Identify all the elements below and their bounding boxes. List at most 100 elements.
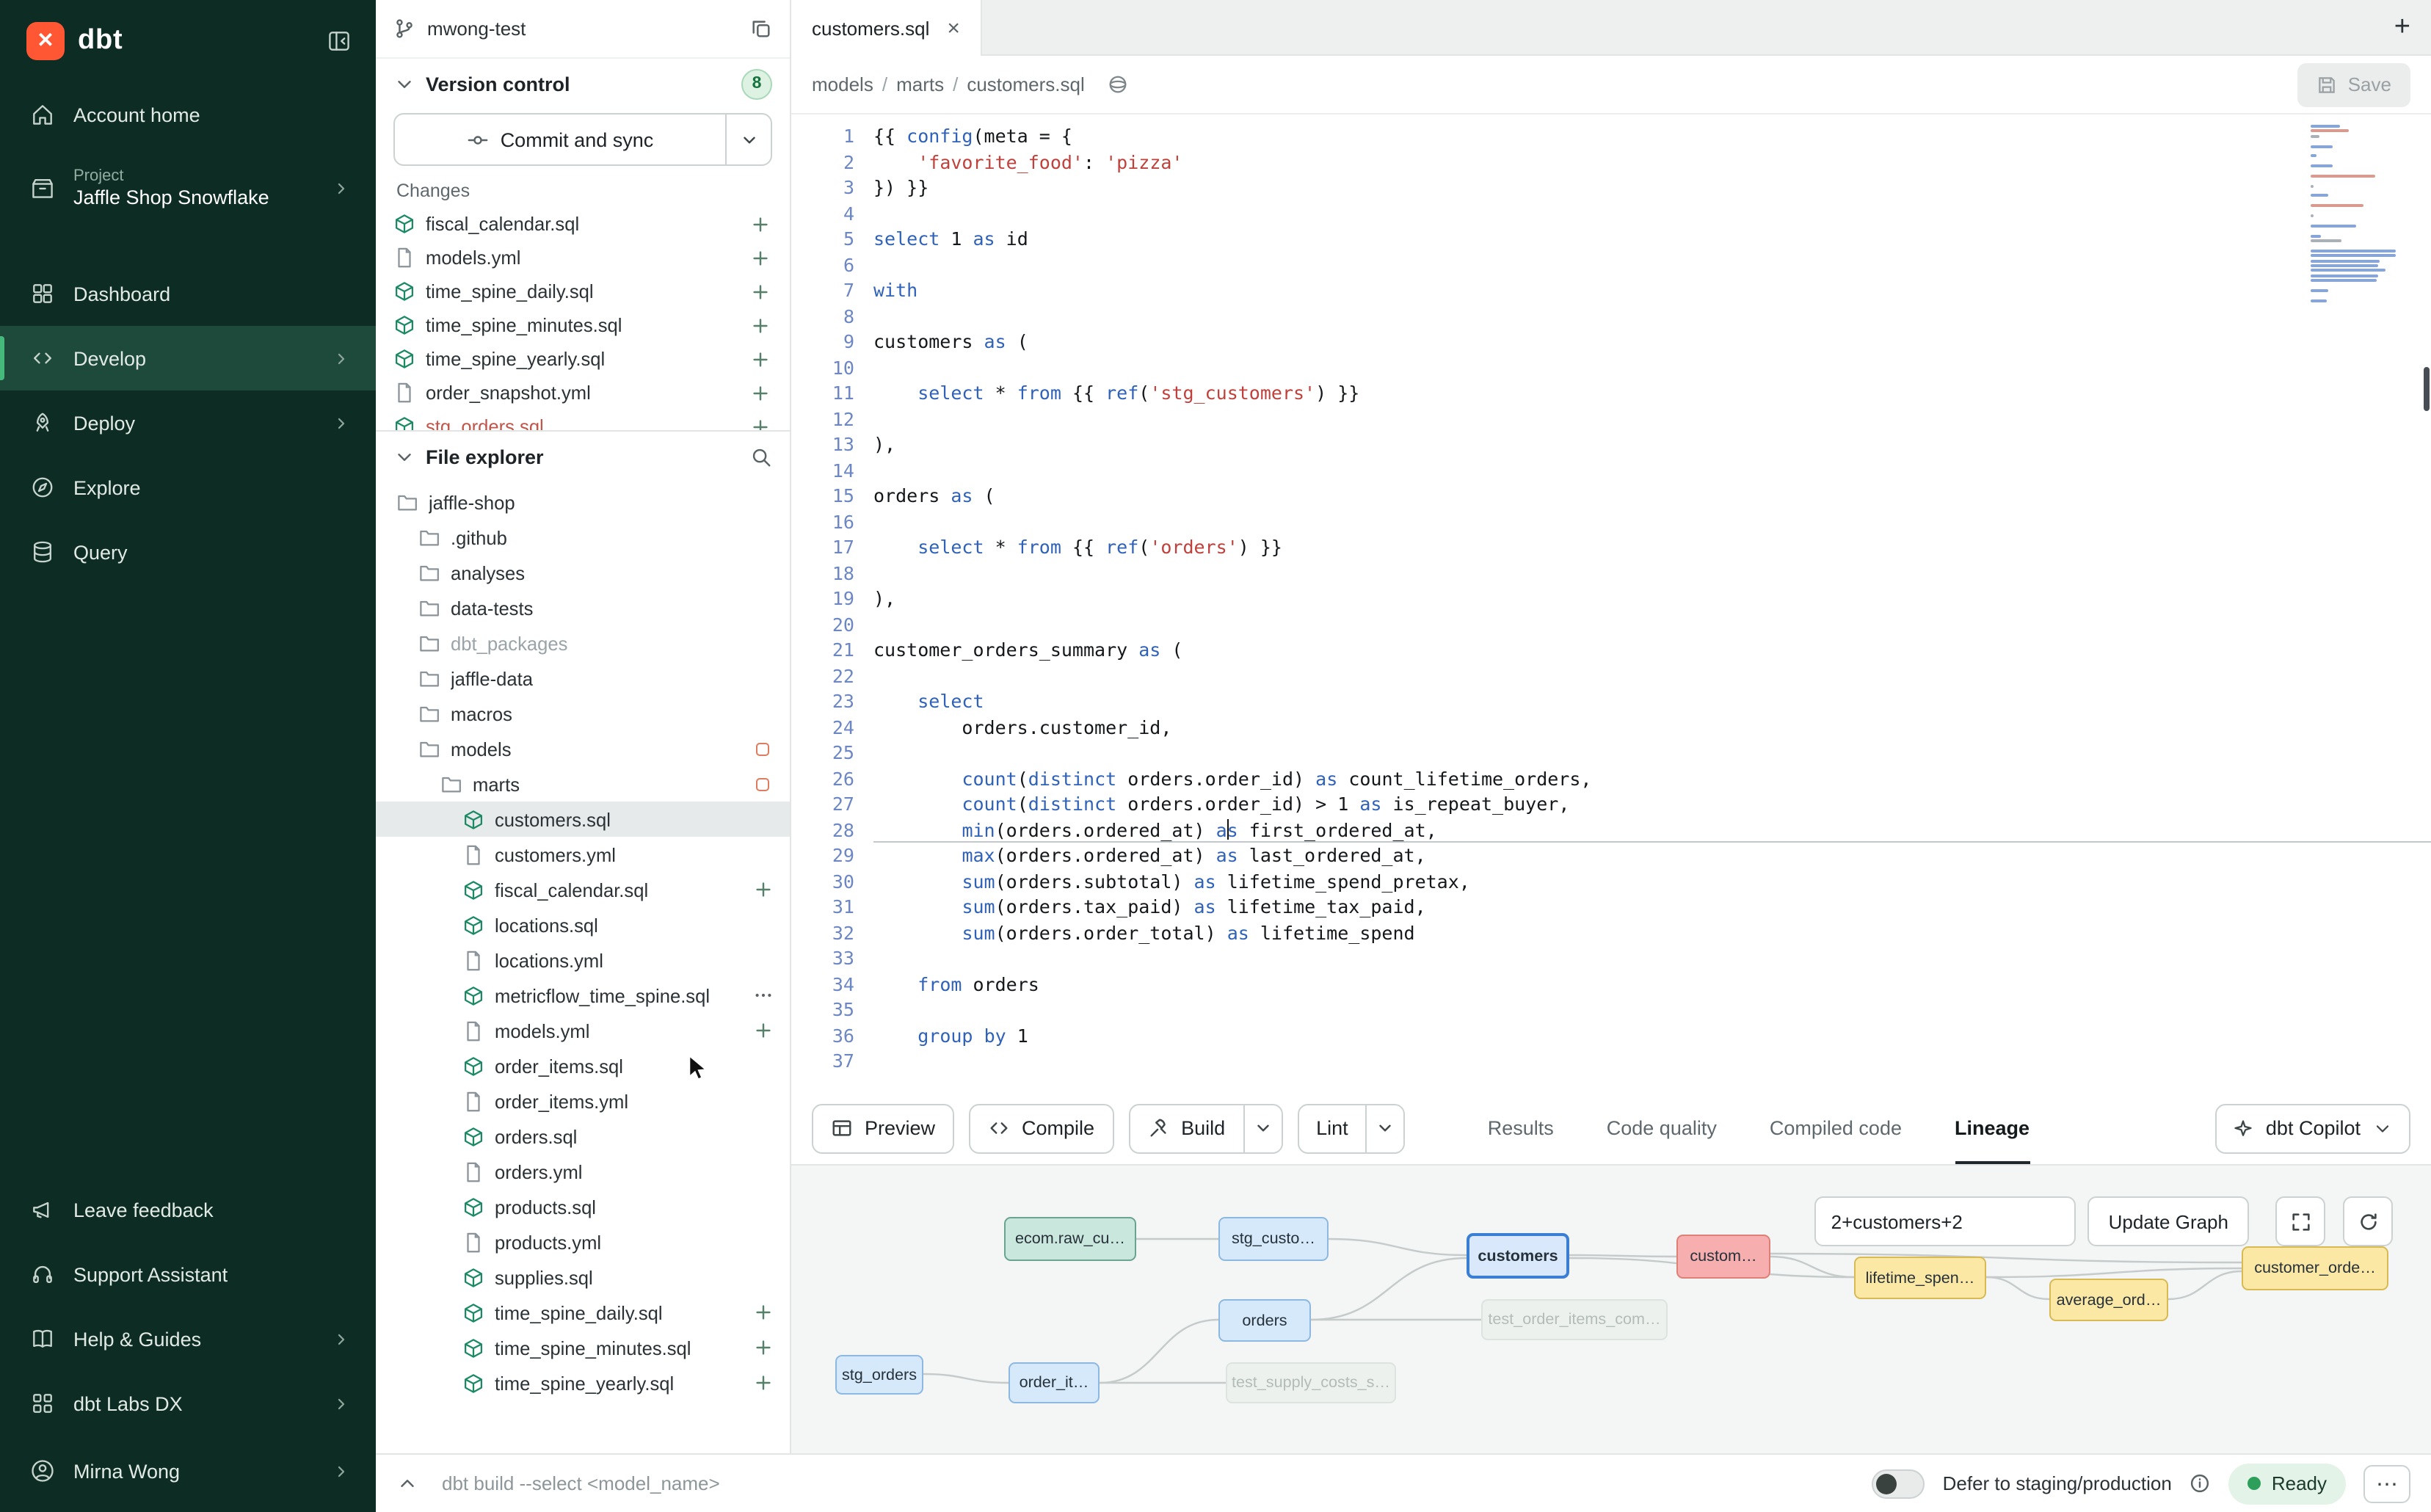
nav-item-query[interactable]: Query — [0, 520, 376, 584]
tree-item[interactable]: locations.sql — [376, 907, 790, 942]
code-line[interactable]: min(orders.ordered_at) as first_ordered_… — [873, 817, 2431, 843]
nav-item-dbt-labs-dx[interactable]: dbt Labs DX — [0, 1371, 376, 1436]
code-editor[interactable]: 1234567891011121314151617181920212223242… — [791, 115, 2431, 1092]
change-item[interactable]: fiscal_calendar.sql — [376, 207, 790, 241]
tab-lineage[interactable]: Lineage — [1955, 1092, 2030, 1164]
code-line[interactable] — [873, 1048, 2431, 1074]
code-line[interactable]: orders.customer_id, — [873, 714, 2431, 740]
lineage-node-selected[interactable]: customers — [1467, 1233, 1569, 1279]
tree-item[interactable]: .github — [376, 520, 790, 555]
add-file-icon[interactable] — [752, 1371, 775, 1395]
code-line[interactable] — [873, 560, 2431, 586]
tree-item[interactable]: supplies.sql — [376, 1260, 790, 1295]
change-item[interactable]: time_spine_daily.sql — [376, 275, 790, 308]
change-item[interactable]: order_snapshot.yml — [376, 376, 790, 410]
stage-file-icon[interactable] — [749, 381, 772, 404]
code-line[interactable] — [873, 740, 2431, 766]
code-line[interactable]: max(orders.ordered_at) as last_ordered_a… — [873, 843, 2431, 868]
tree-item[interactable]: products.yml — [376, 1224, 790, 1260]
tree-item[interactable]: customers.yml — [376, 837, 790, 872]
tree-item[interactable]: dbt_packages — [376, 625, 790, 661]
nav-item-dashboard[interactable]: Dashboard — [0, 261, 376, 326]
tree-item[interactable]: marts — [376, 766, 790, 802]
code-line[interactable] — [873, 200, 2431, 226]
code-line[interactable] — [873, 663, 2431, 688]
tree-item[interactable]: models — [376, 731, 790, 766]
lineage-node-staging[interactable]: stg_custo… — [1218, 1217, 1329, 1261]
minimap[interactable] — [2311, 125, 2402, 309]
branch-name[interactable]: mwong-test — [427, 18, 738, 40]
docs-orb-icon[interactable] — [1107, 73, 1129, 95]
breadcrumb-file[interactable]: customers.sql — [967, 73, 1084, 95]
dbt-copilot-button[interactable]: dbt Copilot — [2216, 1103, 2410, 1153]
overflow-menu-button[interactable]: ⋯ — [2363, 1464, 2410, 1502]
breadcrumb-marts[interactable]: marts — [896, 73, 944, 95]
code-line[interactable]: select 1 as id — [873, 226, 2431, 252]
code-line[interactable]: select * from {{ ref('orders') }} — [873, 534, 2431, 560]
code-line[interactable]: sum(orders.tax_paid) as lifetime_tax_pai… — [873, 894, 2431, 920]
code-line[interactable] — [873, 303, 2431, 329]
lineage-search-input[interactable] — [1815, 1196, 2076, 1246]
lineage-node-metric[interactable]: lifetime_spen… — [1854, 1257, 1986, 1299]
build-button[interactable]: Build — [1128, 1103, 1282, 1153]
code-line[interactable]: }) }} — [873, 175, 2431, 200]
code-line[interactable] — [873, 406, 2431, 432]
code-line[interactable]: sum(orders.subtotal) as lifetime_spend_p… — [873, 868, 2431, 894]
code-line[interactable]: ), — [873, 432, 2431, 457]
stage-file-icon[interactable] — [749, 246, 772, 269]
new-tab-button[interactable]: + — [2394, 0, 2410, 54]
code-line[interactable]: sum(orders.order_total) as lifetime_spen… — [873, 920, 2431, 945]
stage-file-icon[interactable] — [749, 280, 772, 303]
tree-item[interactable]: analyses — [376, 555, 790, 590]
nav-item-help-guides[interactable]: Help & Guides — [0, 1306, 376, 1371]
build-options-button[interactable] — [1243, 1105, 1281, 1152]
stage-file-icon[interactable] — [749, 212, 772, 236]
lineage-panel[interactable]: ecom.raw_cu…stg_custo…customerscustom…li… — [791, 1166, 2431, 1453]
tree-item[interactable]: order_items.sql — [376, 1048, 790, 1083]
code-line[interactable] — [873, 457, 2431, 483]
code-line[interactable] — [873, 509, 2431, 534]
tab-close-icon[interactable]: × — [947, 17, 960, 39]
dbt-logo[interactable]: ✕ dbt — [26, 21, 123, 59]
tree-item[interactable]: locations.yml — [376, 942, 790, 978]
tree-item[interactable]: data-tests — [376, 590, 790, 625]
stage-file-icon[interactable] — [749, 415, 772, 430]
code-line[interactable]: select — [873, 688, 2431, 714]
save-button[interactable]: Save — [2298, 62, 2410, 106]
code-line[interactable]: 'favorite_food': 'pizza' — [873, 149, 2431, 175]
sidebar-collapse-button[interactable] — [326, 27, 352, 54]
info-icon[interactable] — [2190, 1472, 2212, 1494]
code-line[interactable]: select * from {{ ref('stg_customers') }} — [873, 380, 2431, 406]
stage-file-icon[interactable] — [749, 347, 772, 371]
code-line[interactable]: count(distinct orders.order_id) > 1 as i… — [873, 791, 2431, 817]
tree-item[interactable]: metricflow_time_spine.sql — [376, 978, 790, 1013]
lineage-node-staging[interactable]: order_it… — [1009, 1362, 1100, 1403]
add-file-icon[interactable] — [752, 878, 775, 901]
change-item[interactable]: stg_orders.sql — [376, 410, 790, 430]
tab-compiled-code[interactable]: Compiled code — [1770, 1092, 1902, 1164]
code-line[interactable]: with — [873, 277, 2431, 303]
tree-item[interactable]: time_spine_minutes.sql — [376, 1330, 790, 1365]
tree-item[interactable]: time_spine_daily.sql — [376, 1295, 790, 1330]
defer-toggle[interactable] — [1872, 1469, 1925, 1498]
lineage-node-staging[interactable]: stg_orders — [835, 1355, 923, 1395]
add-file-icon[interactable] — [752, 1336, 775, 1359]
code-line[interactable]: group by 1 — [873, 1022, 2431, 1048]
compile-button[interactable]: Compile — [969, 1103, 1113, 1153]
refresh-button[interactable] — [2343, 1196, 2393, 1246]
lint-button[interactable]: Lint — [1297, 1103, 1406, 1153]
code-line[interactable]: orders as ( — [873, 483, 2431, 509]
code-line[interactable] — [873, 945, 2431, 971]
lineage-node-metric[interactable]: customer_orde… — [2242, 1246, 2388, 1290]
editor-scrollbar-thumb[interactable] — [2424, 367, 2430, 411]
nav-item-account-home[interactable]: Account home — [0, 82, 376, 147]
lineage-node-metric[interactable]: average_ord… — [2049, 1279, 2168, 1321]
nav-item-project[interactable]: Project Jaffle Shop Snowflake — [0, 147, 376, 229]
code-line[interactable] — [873, 611, 2431, 637]
tab-code-quality[interactable]: Code quality — [1607, 1092, 1717, 1164]
fullscreen-button[interactable] — [2275, 1196, 2325, 1246]
change-item[interactable]: time_spine_yearly.sql — [376, 342, 790, 376]
file-explorer-header[interactable]: File explorer — [376, 432, 790, 481]
tree-item[interactable]: fiscal_calendar.sql — [376, 872, 790, 907]
tree-item[interactable]: order_items.yml — [376, 1083, 790, 1119]
